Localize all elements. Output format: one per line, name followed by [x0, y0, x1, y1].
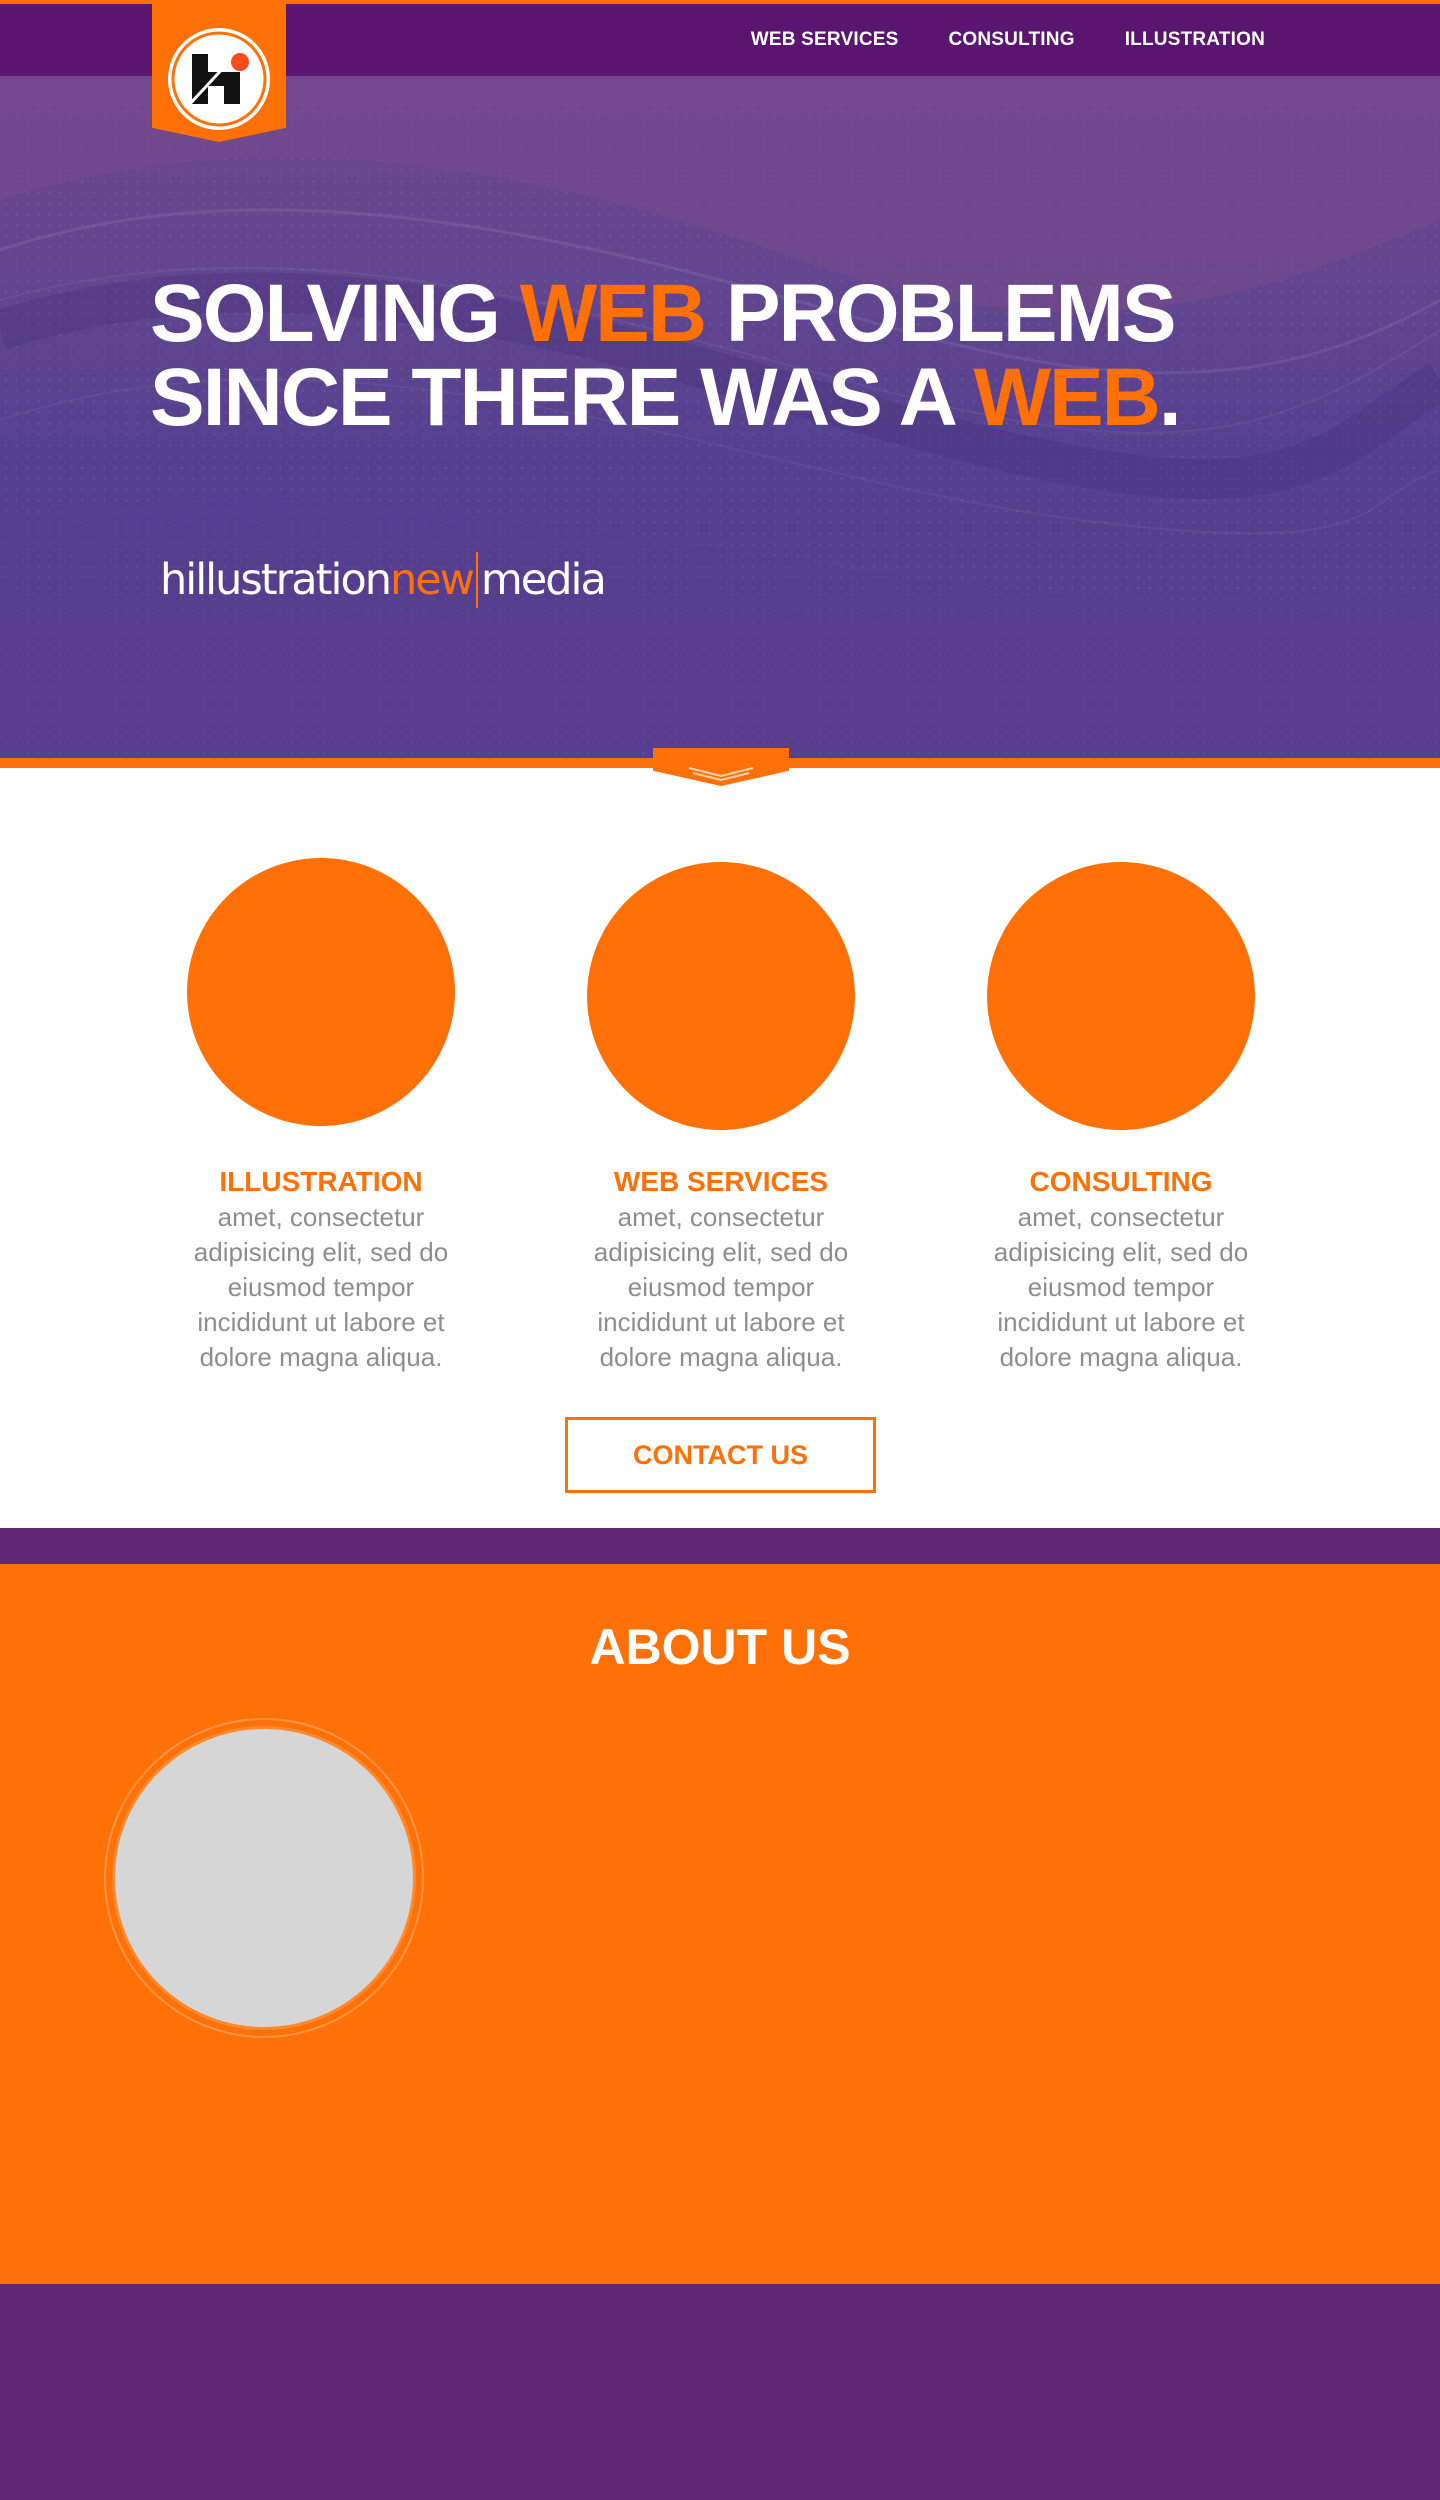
about-section: ABOUT US: [0, 1564, 1440, 2284]
brand-wordmark-part: hillustration: [160, 555, 392, 605]
service-description-line: adipisicing elit, sed do: [193, 1237, 449, 1267]
headline-accent: WEB: [973, 352, 1161, 443]
hero-section: WEB SERVICES CONSULTING ILLUSTRATION SOL…: [0, 0, 1440, 758]
service-description-line: amet, consectetur: [1017, 1202, 1225, 1232]
service-description-line: incididunt ut labore et: [997, 1307, 1245, 1337]
headline-text: .: [1158, 352, 1182, 443]
service-description: amet, consectetur adipisicing elit, sed …: [171, 1200, 471, 1375]
service-title: CONSULTING: [1029, 1166, 1213, 1197]
brand-wordmark-part: media: [480, 555, 607, 605]
service-description-line: amet, consectetur: [217, 1202, 425, 1232]
service-image-placeholder: [987, 862, 1255, 1130]
main-nav: WEB SERVICES CONSULTING ILLUSTRATION: [751, 4, 1265, 76]
service-card-web-services: WEB SERVICES amet, consectetur adipisici…: [571, 862, 871, 1375]
service-description-line: amet, consectetur: [617, 1202, 825, 1232]
service-description-line: eiusmod tempor: [227, 1272, 415, 1302]
brand-divider: [475, 552, 478, 608]
headline-accent: WEB: [519, 268, 707, 359]
service-description-line: eiusmod tempor: [1027, 1272, 1215, 1302]
brand-wordmark: hillustration new media: [160, 552, 607, 608]
service-card-consulting: CONSULTING amet, consectetur adipisicing…: [971, 862, 1271, 1375]
contact-us-button[interactable]: CONTACT US: [565, 1417, 876, 1493]
service-description-line: dolore magna aliqua.: [999, 1342, 1243, 1372]
about-title: ABOUT US: [589, 1619, 851, 1675]
nav-illustration[interactable]: ILLUSTRATION: [1125, 29, 1265, 51]
service-title: WEB SERVICES: [613, 1166, 829, 1197]
service-image-placeholder: [587, 862, 855, 1130]
headline-text: SINCE THERE WAS A: [150, 352, 974, 443]
service-description-line: incididunt ut labore et: [197, 1307, 445, 1337]
avatar: [112, 1726, 416, 2030]
service-description-line: eiusmod tempor: [627, 1272, 815, 1302]
hero-headline: SOLVING WEB PROBLEMS SINCE THERE WAS A W…: [150, 272, 1182, 443]
logo[interactable]: [168, 28, 270, 130]
service-image-placeholder: [187, 858, 455, 1126]
brand-wordmark-accent: new: [390, 555, 475, 605]
service-description-line: dolore magna aliqua.: [599, 1342, 843, 1372]
section-divider-band: [0, 1528, 1440, 1564]
service-description: amet, consectetur adipisicing elit, sed …: [571, 1200, 871, 1375]
service-card-illustration: ILLUSTRATION amet, consectetur adipisici…: [171, 858, 471, 1375]
service-description-line: dolore magna aliqua.: [199, 1342, 443, 1372]
headline-text: SOLVING: [150, 268, 520, 359]
service-description-line: incididunt ut labore et: [597, 1307, 845, 1337]
footer: [0, 2284, 1440, 2500]
h-monogram-icon: [171, 31, 267, 127]
nav-consulting[interactable]: CONSULTING: [948, 29, 1074, 51]
service-title: ILLUSTRATION: [219, 1166, 423, 1197]
headline-text: PROBLEMS: [705, 268, 1177, 359]
nav-web-services[interactable]: WEB SERVICES: [751, 29, 899, 51]
service-description: amet, consectetur adipisicing elit, sed …: [971, 1200, 1271, 1375]
service-description-line: adipisicing elit, sed do: [993, 1237, 1249, 1267]
service-description-line: adipisicing elit, sed do: [593, 1237, 849, 1267]
